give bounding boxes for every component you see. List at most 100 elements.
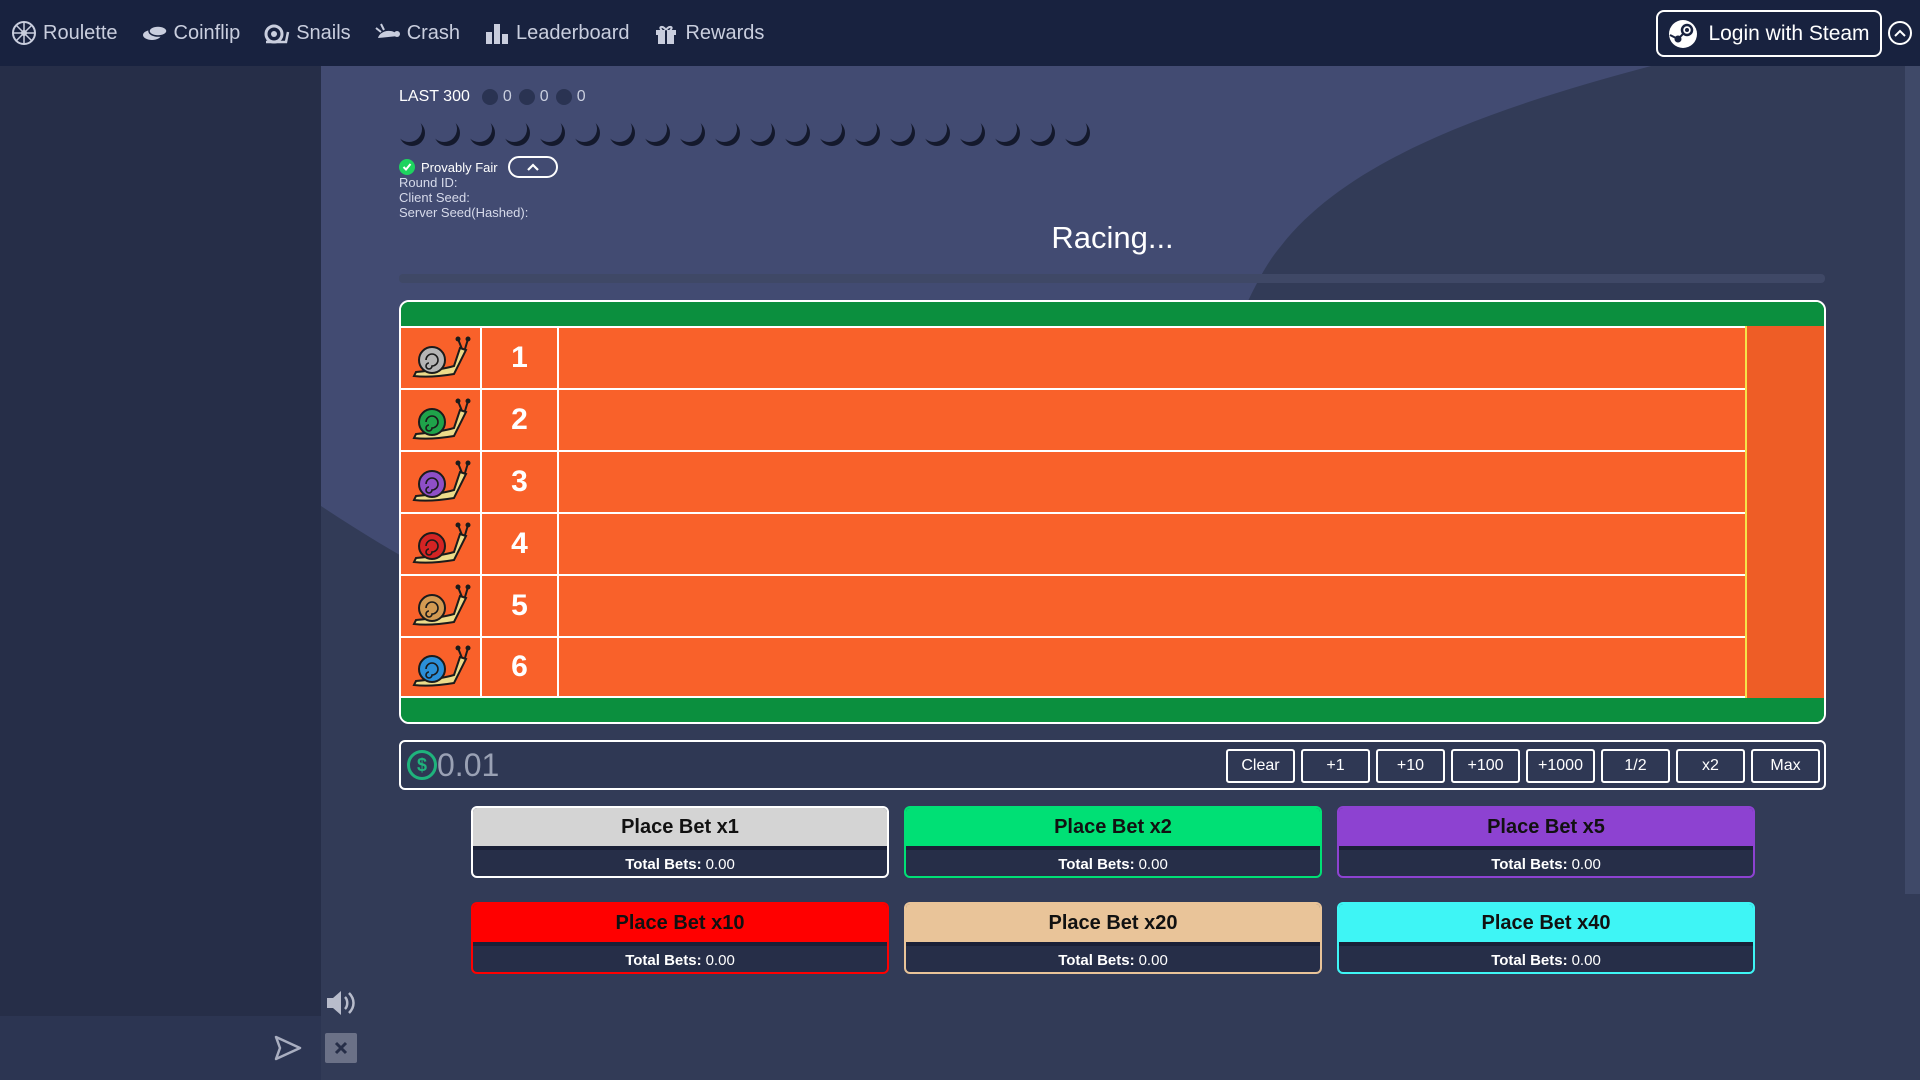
history-result (1029, 120, 1055, 146)
race-lane: 5 (401, 574, 1745, 636)
bet-panel: Place Bet x20 Total Bets: 0.00 (904, 902, 1322, 974)
race-lane: 2 (401, 388, 1745, 450)
track-bottom-grass (401, 698, 1824, 722)
nav-label: Coinflip (173, 21, 241, 44)
track-top-grass (401, 302, 1824, 326)
total-bets-value: 0.00 (1138, 951, 1168, 969)
round-id-label: Round ID: (399, 175, 458, 190)
snail-icon (401, 576, 482, 636)
nav-label: Crash (406, 21, 461, 44)
chevron-up-icon (526, 163, 539, 171)
lane-number: 2 (482, 390, 559, 450)
amount-button[interactable]: +1000 (1526, 749, 1595, 783)
top-navbar: Roulette Coinflip Snails Crash Leaderboa… (0, 0, 1920, 66)
place-bet-button[interactable]: Place Bet x5 (1339, 808, 1753, 850)
race-lane: 1 (401, 326, 1745, 388)
nav-snails[interactable]: Snails (264, 20, 351, 46)
lane-number: 1 (482, 328, 559, 388)
total-bets: Total Bets: 0.00 (906, 948, 1320, 972)
total-bets: Total Bets: 0.00 (906, 852, 1320, 876)
close-icon (334, 1041, 348, 1055)
total-bets-label: Total Bets: (1491, 951, 1568, 969)
total-bets: Total Bets: 0.00 (1339, 948, 1753, 972)
client-seed-label: Client Seed: (399, 190, 470, 205)
bet-panel: Place Bet x5 Total Bets: 0.00 (1337, 806, 1755, 878)
login-steam-button[interactable]: Login with Steam (1656, 10, 1882, 57)
stat-value: 0 (539, 88, 549, 105)
history-result (889, 120, 915, 146)
roulette-wheel-icon (12, 21, 36, 45)
bet-panel: Place Bet x2 Total Bets: 0.00 (904, 806, 1322, 878)
amount-button[interactable]: Clear (1226, 749, 1295, 783)
amount-button[interactable]: x2 (1676, 749, 1745, 783)
stat-item: 0 (518, 88, 556, 106)
coins-icon (142, 25, 168, 40)
history-result (434, 120, 460, 146)
check-circle-icon (399, 159, 415, 175)
history-result (679, 120, 705, 146)
bet-amount-bar: $ Clear+1+10+100+10001/2x2Max (399, 740, 1826, 790)
place-bet-button[interactable]: Place Bet x1 (473, 808, 887, 850)
lane-number: 5 (482, 576, 559, 636)
speaker-icon (327, 991, 355, 1015)
bet-panel: Place Bet x40 Total Bets: 0.00 (1337, 902, 1755, 974)
race-progress-bar (399, 274, 1825, 283)
nav-label: Rewards (685, 21, 765, 44)
total-bets-label: Total Bets: (1491, 855, 1568, 873)
scrollbar[interactable] (1905, 66, 1920, 894)
race-status: Racing... (1051, 220, 1174, 255)
place-bet-button[interactable]: Place Bet x20 (906, 904, 1320, 946)
history-result (924, 120, 950, 146)
finish-zone (1745, 326, 1824, 700)
amount-button[interactable]: Max (1751, 749, 1820, 783)
round-history (399, 120, 1090, 146)
amount-button[interactable]: 1/2 (1601, 749, 1670, 783)
nav-leaderboard[interactable]: Leaderboard (484, 20, 629, 46)
total-bets-label: Total Bets: (1058, 855, 1135, 873)
place-bet-button[interactable]: Place Bet x40 (1339, 904, 1753, 946)
snail-icon (401, 638, 482, 696)
coin-icon: $ (407, 750, 437, 780)
history-result (504, 120, 530, 146)
crash-turtle-icon (375, 23, 400, 38)
sound-toggle-button[interactable] (324, 988, 358, 1018)
history-result (714, 120, 740, 146)
stat-value: 0 (576, 88, 586, 105)
nav-label: Roulette (43, 21, 118, 44)
amount-button[interactable]: +100 (1451, 749, 1520, 783)
snail-icon (401, 514, 482, 574)
amount-button[interactable]: +1 (1301, 749, 1370, 783)
history-result (469, 120, 495, 146)
stat-dot (518, 89, 535, 105)
place-bet-button[interactable]: Place Bet x10 (473, 904, 887, 946)
close-chat-button[interactable] (325, 1033, 357, 1063)
snail-icon (401, 390, 482, 450)
history-result (854, 120, 880, 146)
main-nav: Roulette Coinflip Snails Crash Leaderboa… (0, 0, 788, 66)
nav-coinflip[interactable]: Coinflip (142, 20, 241, 46)
nav-crash[interactable]: Crash (375, 20, 460, 46)
history-result (1064, 120, 1090, 146)
stat-dot (481, 89, 498, 105)
history-result (539, 120, 565, 146)
amount-button[interactable]: +10 (1376, 749, 1445, 783)
total-bets: Total Bets: 0.00 (473, 852, 887, 876)
lane-number: 4 (482, 514, 559, 574)
server-seed-label: Server Seed(Hashed): (399, 205, 529, 220)
stat-item: 0 (481, 88, 519, 106)
last-results-stats: LAST 300 0 0 0 (399, 88, 593, 106)
history-result (749, 120, 775, 146)
race-track: 123456 (399, 300, 1826, 724)
total-bets-value: 0.00 (705, 951, 735, 969)
place-bet-button[interactable]: Place Bet x2 (906, 808, 1320, 850)
stat-item: 0 (555, 88, 593, 106)
nav-roulette[interactable]: Roulette (11, 20, 118, 46)
seed-info: Round ID: Client Seed: Server Seed(Hashe… (399, 175, 528, 220)
race-lane: 3 (401, 450, 1745, 512)
nav-rewards[interactable]: Rewards (653, 20, 764, 46)
total-bets-value: 0.00 (705, 855, 735, 873)
bet-amount-input[interactable] (437, 744, 1037, 786)
collapse-menu-button[interactable] (1888, 21, 1912, 45)
send-message-button[interactable] (272, 1032, 304, 1064)
bar-chart-icon (486, 24, 509, 44)
